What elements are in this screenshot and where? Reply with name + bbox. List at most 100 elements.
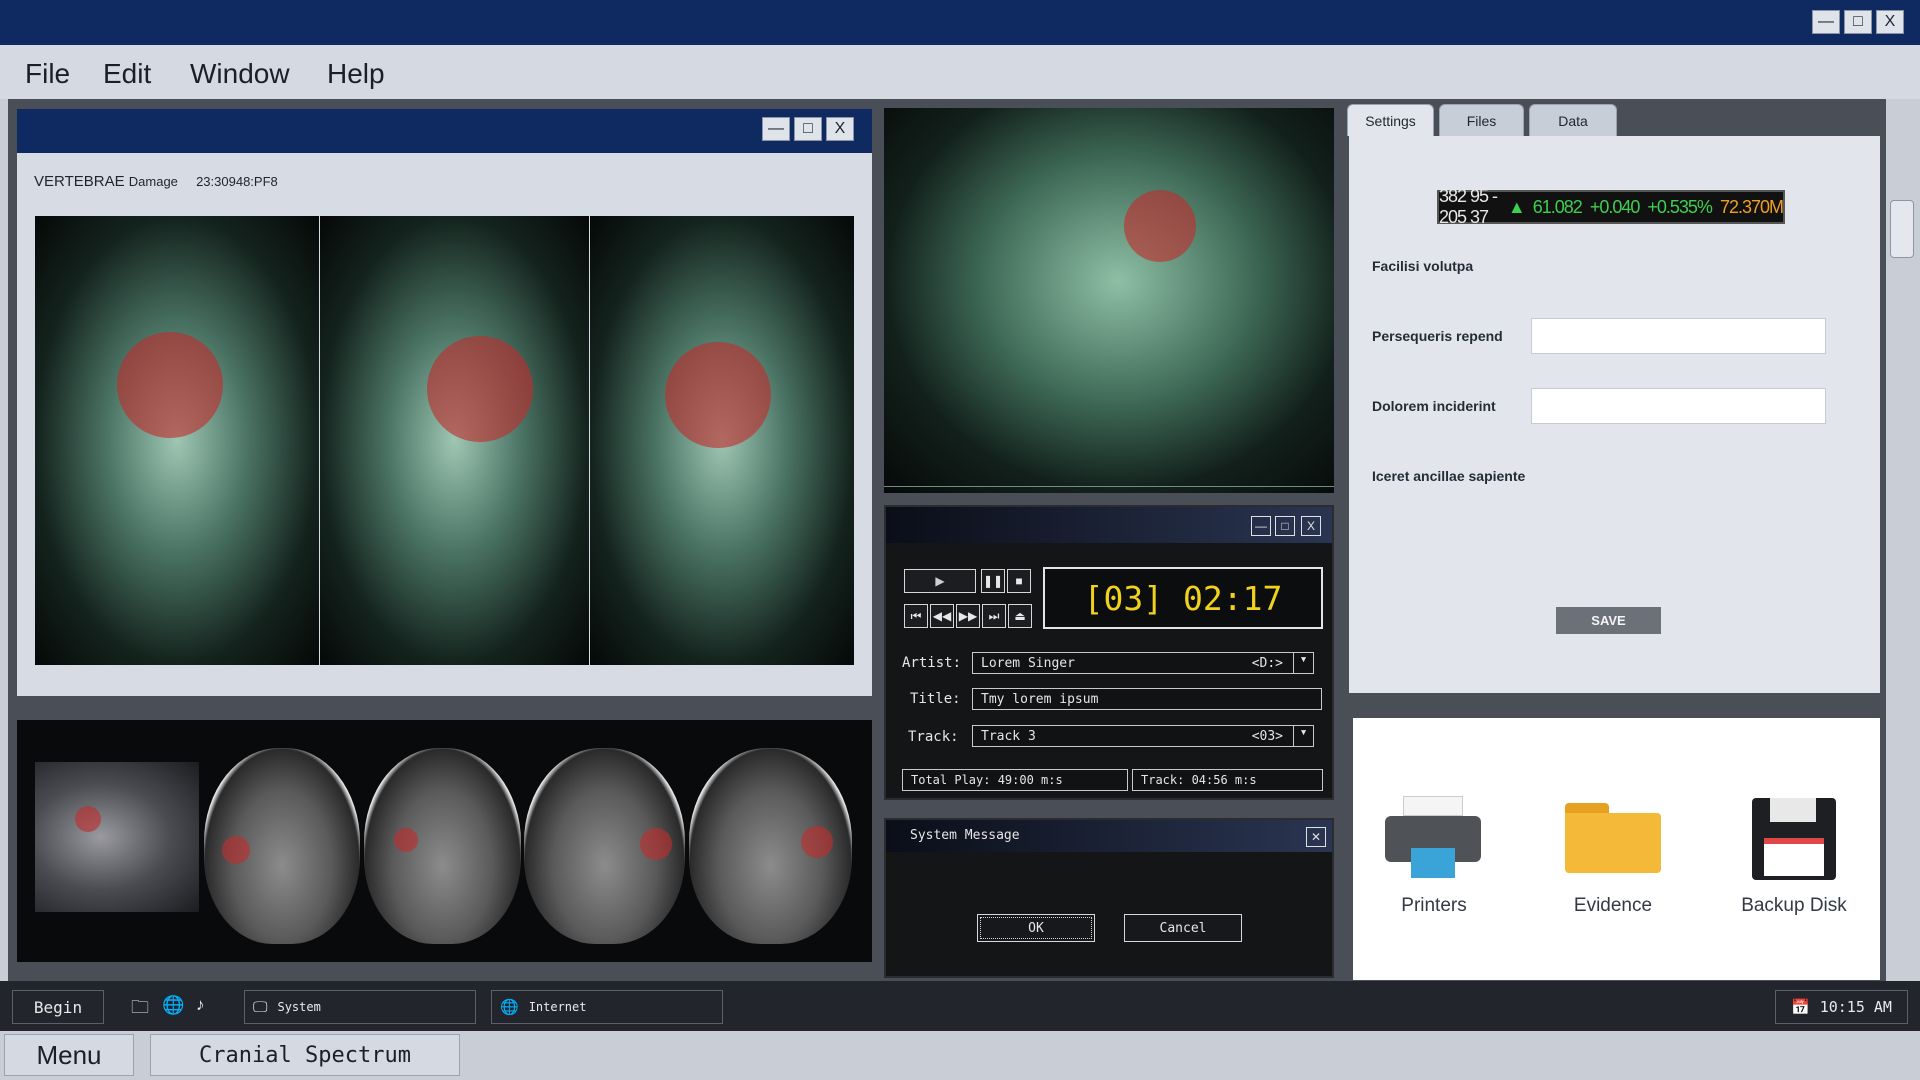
title-value: Tmy lorem ipsum: [981, 692, 1099, 707]
player-minimize-button[interactable]: —: [1251, 516, 1271, 536]
calendar-icon: 📅: [1791, 998, 1810, 1016]
vertebrae-heading: VERTEBRAE Damage 23:30948:PF8: [34, 173, 278, 190]
chevron-down-icon[interactable]: ▾: [1293, 725, 1313, 747]
maximize-button[interactable]: □: [1844, 10, 1872, 34]
ct-slice-image[interactable]: [524, 748, 685, 944]
backup-disk-label[interactable]: Backup Disk: [1714, 895, 1874, 917]
save-button[interactable]: SAVE: [1556, 607, 1661, 634]
ct-slice-image[interactable]: [689, 748, 852, 944]
eject-icon: ⏏: [1014, 609, 1026, 623]
play-icon: ▶: [935, 574, 945, 588]
ticker-volume: 72.370M: [1719, 196, 1784, 217]
damage-marker: [222, 836, 250, 864]
play-button[interactable]: ▶: [904, 569, 976, 593]
artist-drive: <D:>: [1251, 656, 1283, 671]
ct-slice-image[interactable]: [364, 748, 521, 944]
vertebrae-minimize-button[interactable]: —: [762, 117, 790, 141]
app-name-label: Cranial Spectrum: [199, 1042, 411, 1068]
taskbar-system-button[interactable]: 🖵 System: [244, 990, 476, 1024]
xray-image-lateral[interactable]: [320, 216, 589, 665]
menu-edit[interactable]: Edit: [103, 58, 151, 90]
setting-label: Facilisi volutpa: [1372, 258, 1474, 274]
ct-sagittal-image[interactable]: [35, 762, 199, 912]
backup-disk-shortcut[interactable]: [1752, 798, 1836, 880]
scrollbar-thumb[interactable]: [1890, 200, 1914, 258]
setting-label: Dolorem inciderint: [1372, 398, 1496, 414]
music-icon[interactable]: ♪: [196, 995, 205, 1015]
floppy-disk-icon: [1764, 838, 1824, 876]
previous-button[interactable]: ⏮: [904, 604, 928, 628]
ok-button[interactable]: OK: [977, 914, 1095, 942]
xray-image-oblique[interactable]: [590, 216, 854, 665]
close-icon: X: [1884, 13, 1896, 30]
evidence-shortcut[interactable]: [1565, 803, 1661, 873]
persequeris-input[interactable]: [1531, 318, 1826, 354]
menu-label: Menu: [36, 1039, 102, 1070]
arrow-up-icon: ▲: [1507, 196, 1526, 217]
app-name-button[interactable]: Cranial Spectrum: [150, 1034, 460, 1076]
printer-paper: [1403, 796, 1463, 816]
stop-button[interactable]: ■: [1007, 569, 1031, 593]
player-close-button[interactable]: X: [1301, 516, 1321, 536]
globe-icon[interactable]: 🌐: [162, 995, 184, 1016]
stop-icon: ■: [1015, 574, 1023, 588]
xray-image-frontal[interactable]: [35, 216, 319, 665]
pause-button[interactable]: ❚❚: [981, 569, 1005, 593]
total-play-readout: Total Play: 49:00 m:s: [902, 769, 1128, 791]
taskbar-internet-button[interactable]: 🌐 Internet: [491, 990, 723, 1024]
vertebrae-maximize-button[interactable]: □: [794, 117, 822, 141]
system-message-close-button[interactable]: ✕: [1306, 827, 1326, 847]
tab-settings[interactable]: Settings: [1347, 104, 1434, 136]
ticker-percent: +0.535%: [1647, 196, 1713, 217]
clock[interactable]: 📅 10:15 AM: [1775, 990, 1908, 1024]
menu-window[interactable]: Window: [190, 58, 290, 90]
title-field[interactable]: Tmy lorem ipsum: [972, 688, 1322, 710]
vertebrae-title: VERTEBRAE: [34, 173, 125, 190]
track-field[interactable]: Track 3 <03> ▾: [972, 725, 1314, 747]
title-label: Title:: [910, 691, 961, 707]
chevron-down-icon[interactable]: ▾: [1293, 652, 1313, 674]
artist-value: Lorem Singer: [981, 656, 1075, 671]
track-number: <03>: [1251, 729, 1283, 744]
artist-field[interactable]: Lorem Singer <D:> ▾: [972, 652, 1314, 674]
folder-icon: [1565, 813, 1661, 873]
total-play-text: Total Play: 49:00 m:s: [911, 773, 1063, 787]
track-label: Track:: [908, 729, 959, 745]
dolorem-input[interactable]: [1531, 388, 1826, 424]
close-button[interactable]: X: [1876, 10, 1904, 34]
printers-shortcut[interactable]: [1385, 796, 1485, 882]
ticker-pair: 382 95 - 205 37: [1439, 186, 1498, 227]
damage-marker: [427, 336, 533, 442]
menu-file[interactable]: File: [25, 58, 70, 90]
begin-button[interactable]: Begin: [12, 990, 104, 1024]
minimize-icon: —: [1818, 13, 1834, 30]
player-maximize-button[interactable]: □: [1275, 516, 1295, 536]
menu-help[interactable]: Help: [327, 58, 385, 90]
ticker-price: 61.082: [1532, 196, 1583, 217]
damage-marker: [801, 826, 833, 858]
skull-xray-image[interactable]: [884, 108, 1334, 493]
vertebrae-close-button[interactable]: X: [826, 117, 854, 141]
tab-data[interactable]: Data: [1529, 104, 1617, 136]
track-time-readout: Track: 04:56 m:s: [1132, 769, 1323, 791]
track-time-text: Track: 04:56 m:s: [1141, 773, 1257, 787]
ct-slice-image[interactable]: [204, 748, 360, 944]
tab-files[interactable]: Files: [1439, 104, 1524, 136]
fast-forward-icon: ▶▶: [958, 609, 978, 623]
vertebrae-code: 23:30948:PF8: [196, 174, 278, 189]
evidence-label[interactable]: Evidence: [1533, 895, 1693, 917]
minimize-icon: —: [768, 120, 784, 137]
next-button[interactable]: ⏭: [982, 604, 1006, 628]
cancel-button[interactable]: Cancel: [1124, 914, 1242, 942]
printers-label[interactable]: Printers: [1354, 895, 1514, 917]
tab-settings-label: Settings: [1365, 112, 1416, 129]
menu-button[interactable]: Menu: [4, 1034, 134, 1076]
ok-label: OK: [1028, 920, 1044, 936]
rewind-button[interactable]: ◀◀: [930, 604, 954, 628]
minimize-button[interactable]: —: [1812, 10, 1840, 34]
folder-icon[interactable]: 🗀: [131, 995, 149, 1025]
eject-button[interactable]: ⏏: [1008, 604, 1032, 628]
fast-forward-button[interactable]: ▶▶: [956, 604, 980, 628]
tab-files-label: Files: [1466, 112, 1497, 129]
damage-marker: [117, 332, 223, 438]
